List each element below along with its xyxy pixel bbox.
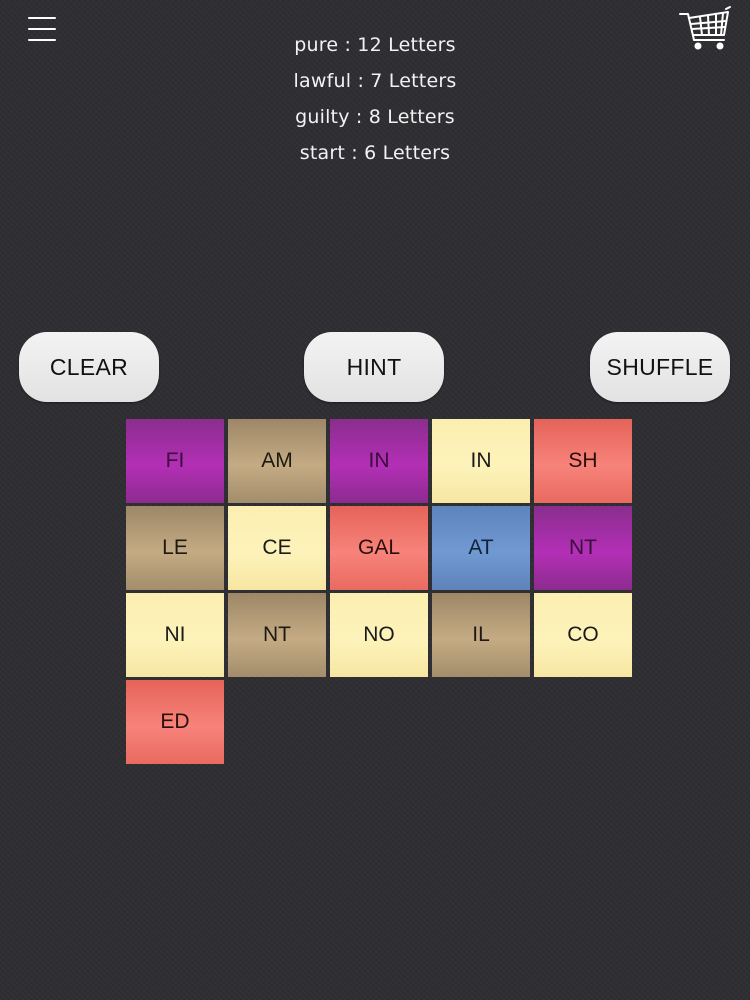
- letter-tile[interactable]: AT: [432, 506, 530, 590]
- letter-tile[interactable]: NT: [228, 593, 326, 677]
- letter-tile[interactable]: FI: [126, 419, 224, 503]
- shopping-cart-icon: [679, 6, 731, 50]
- letter-tile[interactable]: IN: [330, 419, 428, 503]
- shuffle-button[interactable]: SHUFFLE: [590, 332, 730, 402]
- letter-tile[interactable]: IL: [432, 593, 530, 677]
- cart-button[interactable]: [678, 4, 734, 54]
- letter-tile[interactable]: SH: [534, 419, 632, 503]
- letter-tile[interactable]: NT: [534, 506, 632, 590]
- menu-button[interactable]: [28, 14, 58, 48]
- letter-tile[interactable]: NO: [330, 593, 428, 677]
- letter-tile[interactable]: ED: [126, 680, 224, 764]
- tile-grid: FI AM IN IN SH LE CE GAL AT NT NI NT NO …: [126, 419, 636, 764]
- letter-tile[interactable]: GAL: [330, 506, 428, 590]
- hint-button[interactable]: HINT: [304, 332, 444, 402]
- clue-item: guilty : 8 Letters: [295, 106, 455, 128]
- letter-tile[interactable]: LE: [126, 506, 224, 590]
- letter-tile[interactable]: IN: [432, 419, 530, 503]
- letter-tile[interactable]: AM: [228, 419, 326, 503]
- clue-item: lawful : 7 Letters: [293, 70, 457, 92]
- letter-tile[interactable]: CE: [228, 506, 326, 590]
- clue-list: pure : 12 Letters lawful : 7 Letters gui…: [175, 30, 575, 174]
- clear-button[interactable]: CLEAR: [19, 332, 159, 402]
- clue-item: pure : 12 Letters: [294, 34, 456, 56]
- clue-item: start : 6 Letters: [299, 142, 451, 164]
- letter-tile[interactable]: NI: [126, 593, 224, 677]
- letter-tile[interactable]: CO: [534, 593, 632, 677]
